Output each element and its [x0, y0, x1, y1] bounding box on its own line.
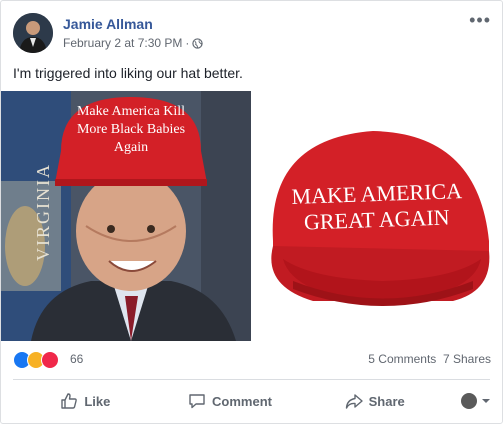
meta-separator: · [185, 36, 190, 50]
left-hat-line-2: More Black Babies [77, 122, 185, 137]
reaction-icons[interactable] [13, 351, 59, 369]
post-meta: February 2 at 7:30 PM · [63, 36, 204, 50]
author-avatar[interactable] [13, 13, 53, 53]
comments-count[interactable]: 5 Comments [368, 352, 436, 366]
left-hat-line-1: Make America Kill [77, 104, 185, 119]
share-icon [345, 394, 363, 409]
flag-text: VIRGINIA [33, 163, 53, 261]
right-hat-line-2: GREAT AGAIN [304, 204, 451, 234]
photo-maga-hat[interactable]: MAKE AMERICA GREAT AGAIN [253, 91, 502, 341]
engagement-counts: 5 Comments 7 Shares [368, 352, 491, 366]
reaction-count[interactable]: 66 [70, 352, 83, 366]
author-name[interactable]: Jamie Allman [63, 16, 153, 32]
mini-avatar [461, 393, 478, 409]
like-label: Like [84, 393, 111, 409]
globe-icon[interactable] [192, 37, 204, 49]
post-as-selector[interactable] [447, 383, 491, 419]
divider [13, 379, 490, 380]
post-photos: VIRGINIA Make America Kill More Black Ba… [1, 91, 502, 341]
chevron-down-icon [482, 399, 491, 403]
post-header: Jamie Allman February 2 at 7:30 PM · ••• [13, 11, 491, 55]
more-options-button[interactable]: ••• [469, 11, 491, 29]
post-stats: 66 5 Comments 7 Shares [13, 349, 491, 371]
left-hat-line-3: Again [114, 140, 148, 155]
thumbs-up-icon [61, 393, 78, 409]
photo-politician[interactable]: VIRGINIA Make America Kill More Black Ba… [1, 91, 251, 341]
like-button[interactable]: Like [13, 383, 158, 419]
feed-post: Jamie Allman February 2 at 7:30 PM · •••… [0, 0, 503, 424]
post-timestamp[interactable]: February 2 at 7:30 PM [63, 36, 182, 50]
shares-count[interactable]: 7 Shares [443, 352, 491, 366]
comment-icon [189, 394, 205, 409]
love-reaction-icon [41, 351, 59, 369]
action-bar: Like Comment Share [13, 383, 491, 419]
share-button[interactable]: Share [302, 383, 447, 419]
post-caption: I'm triggered into liking our hat better… [13, 65, 243, 81]
comment-label: Comment [212, 393, 272, 409]
comment-button[interactable]: Comment [158, 383, 303, 419]
share-label: Share [368, 393, 405, 409]
